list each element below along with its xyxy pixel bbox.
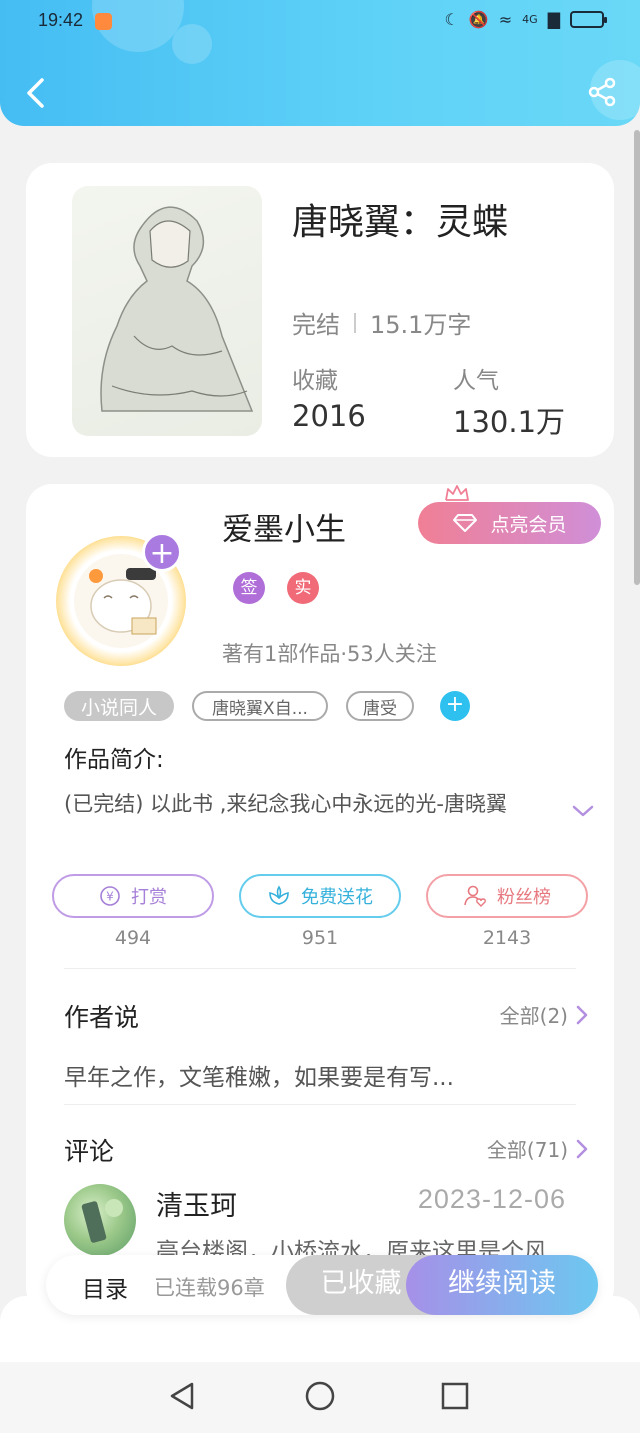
nav-home-icon[interactable] bbox=[302, 1378, 338, 1414]
book-status: 完结 bbox=[292, 311, 340, 339]
favorites-label: 收藏 bbox=[292, 368, 338, 394]
toc-button[interactable]: 目录 bbox=[82, 1270, 128, 1304]
crown-icon bbox=[445, 485, 469, 501]
send-flower-button[interactable]: 免费送花 bbox=[239, 874, 401, 918]
share-icon[interactable] bbox=[586, 76, 618, 108]
popularity-label: 人气 bbox=[453, 368, 499, 394]
tag-item[interactable]: 唐受 bbox=[346, 691, 414, 721]
network-label: 4G bbox=[522, 13, 538, 26]
divider bbox=[354, 312, 356, 333]
fan-ranking-button[interactable]: 粉丝榜 bbox=[426, 874, 588, 918]
chevron-right-icon bbox=[576, 1005, 588, 1024]
back-icon[interactable] bbox=[20, 74, 54, 112]
verified-badge: 实 bbox=[287, 572, 319, 604]
book-word-count: 15.1万字 bbox=[370, 311, 472, 339]
battery-icon bbox=[570, 11, 607, 28]
favorites-value: 2016 bbox=[292, 399, 366, 433]
nav-back-icon[interactable] bbox=[164, 1378, 200, 1414]
flower-count: 951 bbox=[301, 927, 339, 949]
wifi-icon: ≈ bbox=[498, 10, 513, 29]
bottom-action-bar: 目录 已连载96章 已收藏 继续阅读 bbox=[46, 1255, 598, 1315]
person-heart-icon bbox=[464, 885, 486, 907]
header-bar: 19:42 ☾ 🔕 ≈ 4G ▇ bbox=[0, 0, 640, 126]
avatar-image bbox=[81, 1199, 123, 1243]
intro-label: 作品简介: bbox=[64, 747, 164, 773]
cover-illustration bbox=[100, 206, 254, 412]
tag-item[interactable]: 唐晓翼X自... bbox=[192, 691, 328, 721]
status-icons: ☾ 🔕 ≈ 4G ▇ bbox=[444, 10, 607, 29]
add-tag-button[interactable]: + bbox=[440, 691, 470, 721]
nav-recents-icon[interactable] bbox=[437, 1378, 473, 1414]
book-title: 唐晓翼：灵蝶 bbox=[292, 202, 509, 243]
popularity-value: 130.1万 bbox=[453, 405, 566, 439]
diamond-icon bbox=[453, 514, 478, 532]
vip-button[interactable]: 点亮会员 bbox=[418, 502, 601, 544]
mute-icon: 🔕 bbox=[468, 10, 489, 29]
signed-badge: 签 bbox=[233, 572, 265, 604]
continue-reading-button[interactable]: 继续阅读 bbox=[406, 1255, 598, 1315]
comment-username[interactable]: 清玉珂 bbox=[156, 1184, 237, 1223]
flower-icon bbox=[269, 885, 289, 905]
scrollbar[interactable] bbox=[634, 130, 640, 585]
vip-button-label: 点亮会员 bbox=[490, 513, 567, 536]
comments-all-link[interactable]: 全部(71) bbox=[487, 1134, 588, 1163]
status-bar: 19:42 ☾ 🔕 ≈ 4G ▇ bbox=[0, 0, 640, 44]
reward-label: 打赏 bbox=[131, 887, 167, 908]
fan-count: 2143 bbox=[482, 927, 532, 949]
chevron-down-icon[interactable] bbox=[570, 802, 596, 820]
notification-icon bbox=[95, 13, 112, 30]
book-cover[interactable] bbox=[72, 186, 262, 436]
signal-icon: ▇ bbox=[547, 10, 560, 29]
svg-text:¥: ¥ bbox=[106, 890, 114, 904]
tag-list: 小说同人 唐晓翼X自... 唐受 + bbox=[64, 691, 470, 721]
author-card: + 爱墨小生 点亮会员 签 实 著有1部作品·53人关注 小说同人 唐晓翼X自.… bbox=[26, 484, 614, 1314]
author-says-text[interactable]: 早年之作，文笔稚嫩，如果要是有写... bbox=[64, 1058, 454, 1092]
follow-button[interactable]: + bbox=[142, 532, 182, 572]
comment-avatar[interactable] bbox=[64, 1184, 136, 1256]
book-status-line: 完结 15.1万字 bbox=[292, 305, 471, 340]
author-stats: 著有1部作品·53人关注 bbox=[222, 642, 437, 666]
moon-icon: ☾ bbox=[444, 10, 459, 29]
intro-text: (已完结) 以此书 ,来纪念我心中永远的光-唐晓翼 bbox=[64, 792, 507, 816]
send-flower-label: 免费送花 bbox=[301, 887, 373, 908]
chevron-right-icon bbox=[576, 1139, 588, 1158]
comment-date: 2023-12-06 bbox=[417, 1184, 566, 1214]
serial-status: 已连载96章 bbox=[154, 1276, 265, 1300]
reward-count: 494 bbox=[114, 927, 152, 949]
yen-icon: ¥ bbox=[100, 886, 120, 906]
status-time: 19:42 bbox=[38, 10, 84, 30]
author-name[interactable]: 爱墨小生 bbox=[222, 504, 346, 549]
tag-item[interactable]: 小说同人 bbox=[64, 691, 174, 721]
divider bbox=[64, 968, 576, 969]
comments-title: 评论 bbox=[64, 1137, 115, 1166]
divider bbox=[64, 1104, 576, 1105]
system-nav-bar bbox=[0, 1362, 640, 1433]
author-says-all-label: 全部(2) bbox=[499, 1004, 568, 1028]
reward-button[interactable]: ¥ 打赏 bbox=[52, 874, 214, 918]
author-says-title: 作者说 bbox=[64, 1003, 140, 1032]
fan-ranking-label: 粉丝榜 bbox=[497, 887, 551, 908]
comments-all-label: 全部(71) bbox=[486, 1138, 568, 1162]
author-says-all-link[interactable]: 全部(2) bbox=[500, 1000, 588, 1029]
book-info-card: 唐晓翼：灵蝶 完结 15.1万字 收藏 2016 人气 130.1万 bbox=[26, 163, 614, 457]
